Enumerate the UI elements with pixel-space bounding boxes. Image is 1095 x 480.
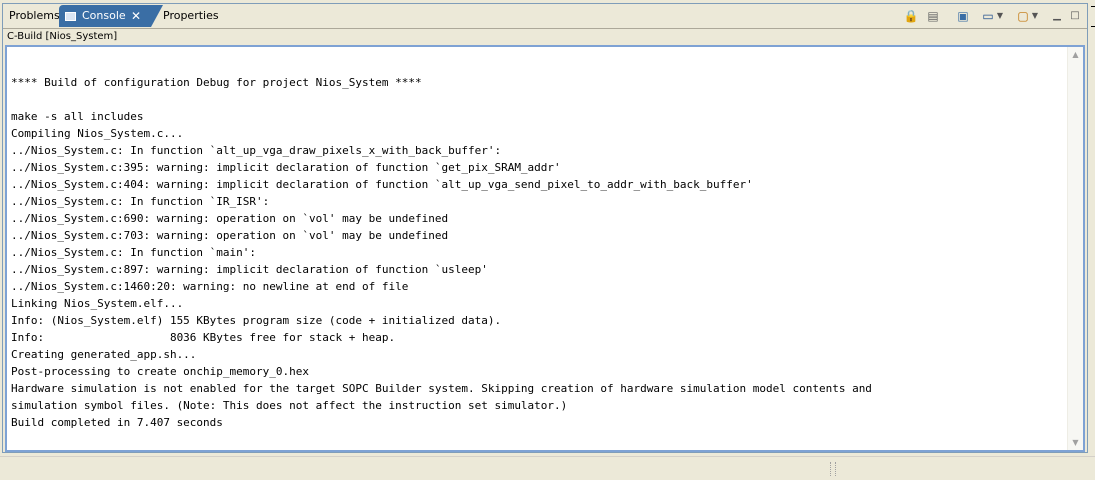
console-line: ../Nios_System.c:690: warning: operation… bbox=[11, 212, 449, 225]
minimize-icon[interactable]: ▁ bbox=[1049, 8, 1065, 24]
status-bar bbox=[0, 456, 1095, 480]
console-line: ../Nios_System.c:404: warning: implicit … bbox=[11, 178, 753, 191]
console-line: Creating generated_app.sh... bbox=[11, 348, 197, 361]
right-edge bbox=[1089, 0, 1095, 456]
console-title: C-Build [Nios_System] bbox=[7, 31, 118, 42]
console-text: **** Build of configuration Debug for pr… bbox=[11, 57, 1061, 431]
scroll-up-icon[interactable]: ▲ bbox=[1068, 47, 1083, 62]
chevron-down-icon[interactable]: ▼ bbox=[1031, 8, 1039, 24]
console-icon bbox=[65, 11, 76, 21]
clear-console-icon[interactable]: ▤ bbox=[925, 8, 941, 24]
status-grip-icon[interactable] bbox=[830, 462, 836, 476]
tab-properties[interactable]: Properties bbox=[159, 5, 219, 27]
display-console-icon[interactable]: ▭ bbox=[980, 8, 996, 24]
tab-label: Properties bbox=[163, 9, 219, 22]
console-line: **** Build of configuration Debug for pr… bbox=[11, 76, 422, 89]
tab-console[interactable]: Console ✕ bbox=[59, 5, 163, 27]
vertical-scrollbar[interactable]: ▲ ▼ bbox=[1067, 47, 1083, 450]
console-line: Post-processing to create onchip_memory_… bbox=[11, 365, 310, 378]
console-line: Info: (Nios_System.elf) 155 KBytes progr… bbox=[11, 314, 502, 327]
tab-label: Console bbox=[82, 9, 126, 22]
console-line: ../Nios_System.c: In function `IR_ISR': bbox=[11, 195, 270, 208]
pin-console-icon[interactable]: ▣ bbox=[955, 8, 971, 24]
scroll-lock-icon[interactable]: 🔒 bbox=[903, 8, 919, 24]
console-line: Info: 8036 KBytes free for stack + heap. bbox=[11, 331, 396, 344]
tab-bar: Problems Console ✕ Properties 🔒 ▤ ▣ ▭ ▼ … bbox=[3, 4, 1087, 29]
console-view: Problems Console ✕ Properties 🔒 ▤ ▣ ▭ ▼ … bbox=[2, 3, 1088, 453]
tab-label: Problems bbox=[9, 9, 60, 22]
console-line: ../Nios_System.c:703: warning: operation… bbox=[11, 229, 449, 242]
open-console-icon[interactable]: ▢ bbox=[1015, 8, 1031, 24]
edge-mark bbox=[1091, 26, 1095, 27]
maximize-icon[interactable]: □ bbox=[1067, 8, 1083, 24]
console-line: ../Nios_System.c:395: warning: implicit … bbox=[11, 161, 561, 174]
edge-mark bbox=[1091, 6, 1095, 7]
console-line: ../Nios_System.c: In function `main': bbox=[11, 246, 257, 259]
console-line: Build completed in 7.407 seconds bbox=[11, 416, 223, 429]
scroll-down-icon[interactable]: ▼ bbox=[1068, 435, 1083, 450]
console-line: ../Nios_System.c: In function `alt_up_vg… bbox=[11, 144, 502, 157]
console-line: Hardware simulation is not enabled for t… bbox=[11, 382, 872, 395]
console-line: Compiling Nios_System.c... bbox=[11, 127, 184, 140]
console-line: Linking Nios_System.elf... bbox=[11, 297, 184, 310]
tab-problems[interactable]: Problems bbox=[5, 5, 60, 27]
console-line: ../Nios_System.c:1460:20: warning: no ne… bbox=[11, 280, 409, 293]
console-line: ../Nios_System.c:897: warning: implicit … bbox=[11, 263, 488, 276]
console-output[interactable]: **** Build of configuration Debug for pr… bbox=[5, 45, 1085, 452]
console-line: make -s all includes bbox=[11, 110, 144, 123]
close-icon[interactable]: ✕ bbox=[131, 5, 141, 27]
console-line: simulation symbol files. (Note: This doe… bbox=[11, 399, 568, 412]
chevron-down-icon[interactable]: ▼ bbox=[996, 8, 1004, 24]
